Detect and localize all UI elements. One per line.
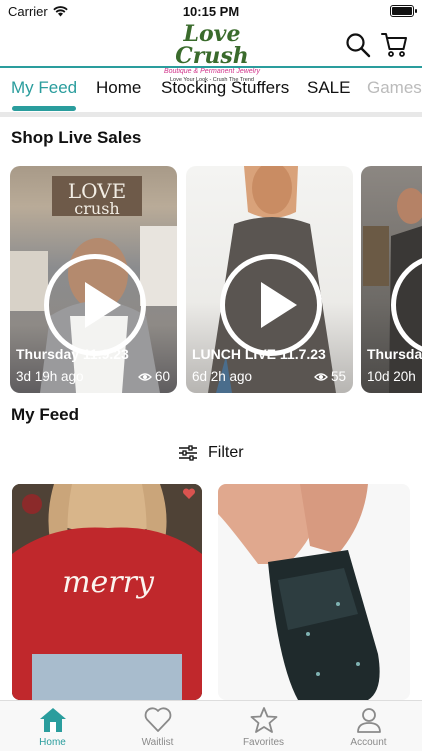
eye-icon [314,372,328,381]
heart-outline-icon [144,707,172,732]
nav-home-label: Home [39,737,66,748]
nav-waitlist[interactable]: Waitlist [105,701,210,751]
nav-home[interactable]: Home [0,701,105,751]
live-sale-time-ago: 10d 20h [367,369,416,384]
app-header: Love Crush Boutique & Permanent Jewelry … [0,21,422,83]
category-tabs: My Feed Home Stocking Stuffers SALE Game… [0,68,422,112]
tab-home[interactable]: Home [96,78,141,98]
tab-sale[interactable]: SALE [307,78,350,98]
svg-text:crush: crush [74,199,119,218]
live-sale-card[interactable]: LOVE crush Thursday 11.9.23 3d 19h ago 6… [10,166,177,393]
live-sale-card[interactable]: LUNCH LIVE 11.7.23 6d 2h ago 55 [186,166,353,393]
status-bar: Carrier 10:15 PM [0,0,422,22]
my-feed-heading: My Feed [11,405,80,424]
nav-favorites-label: Favorites [242,737,285,748]
filter-button[interactable]: Filter [178,444,244,462]
feed-product-card[interactable]: merry [12,484,202,700]
clock: 10:15 PM [182,4,240,19]
tab-games[interactable]: Games [367,78,422,98]
live-sale-card[interactable]: Thursday 10d 20h [361,166,422,393]
nav-favorites[interactable]: Favorites [211,701,316,751]
nav-account-label: Account [350,737,387,748]
cart-icon[interactable] [380,30,408,58]
section-divider [0,112,422,117]
play-icon[interactable] [219,254,322,356]
live-sale-time-ago: 3d 19h ago [16,369,84,384]
view-count-value: 60 [154,369,170,384]
live-sales-heading: Shop Live Sales [11,128,142,147]
product-image: merry [12,484,202,700]
nav-account[interactable]: Account [316,701,421,751]
nav-waitlist-label: Waitlist [141,737,174,748]
brand-logo[interactable]: Love Crush Boutique & Permanent Jewelry … [158,21,266,83]
product-image [218,484,380,700]
filter-label: Filter [208,444,244,461]
home-icon [40,708,66,732]
sweater-text: merry [62,565,155,600]
live-sale-title: LUNCH LIVE 11.7.23 [192,346,326,362]
sliders-icon [179,445,197,461]
logo-title: Love Crush [175,21,249,69]
live-sale-title: Thursday 11.9.23 [16,346,129,362]
view-count-value: 55 [330,369,346,384]
live-sale-title: Thursday [367,346,422,362]
live-sale-time-ago: 6d 2h ago [192,369,253,384]
active-tab-indicator [12,106,76,111]
heart-icon[interactable] [182,488,196,500]
view-count: 55 [314,369,346,384]
star-icon [250,707,278,733]
tab-stocking-stuffers[interactable]: Stocking Stuffers [161,78,289,98]
battery-icon [390,5,417,17]
view-count: 60 [138,369,170,384]
play-icon[interactable] [43,254,146,356]
bottom-navigation: Home Waitlist Favorites Account [0,700,422,751]
feed-product-card[interactable] [218,484,410,700]
tab-my-feed[interactable]: My Feed [11,78,77,98]
search-icon[interactable] [345,32,371,58]
person-icon [357,708,381,733]
eye-icon [138,372,152,381]
